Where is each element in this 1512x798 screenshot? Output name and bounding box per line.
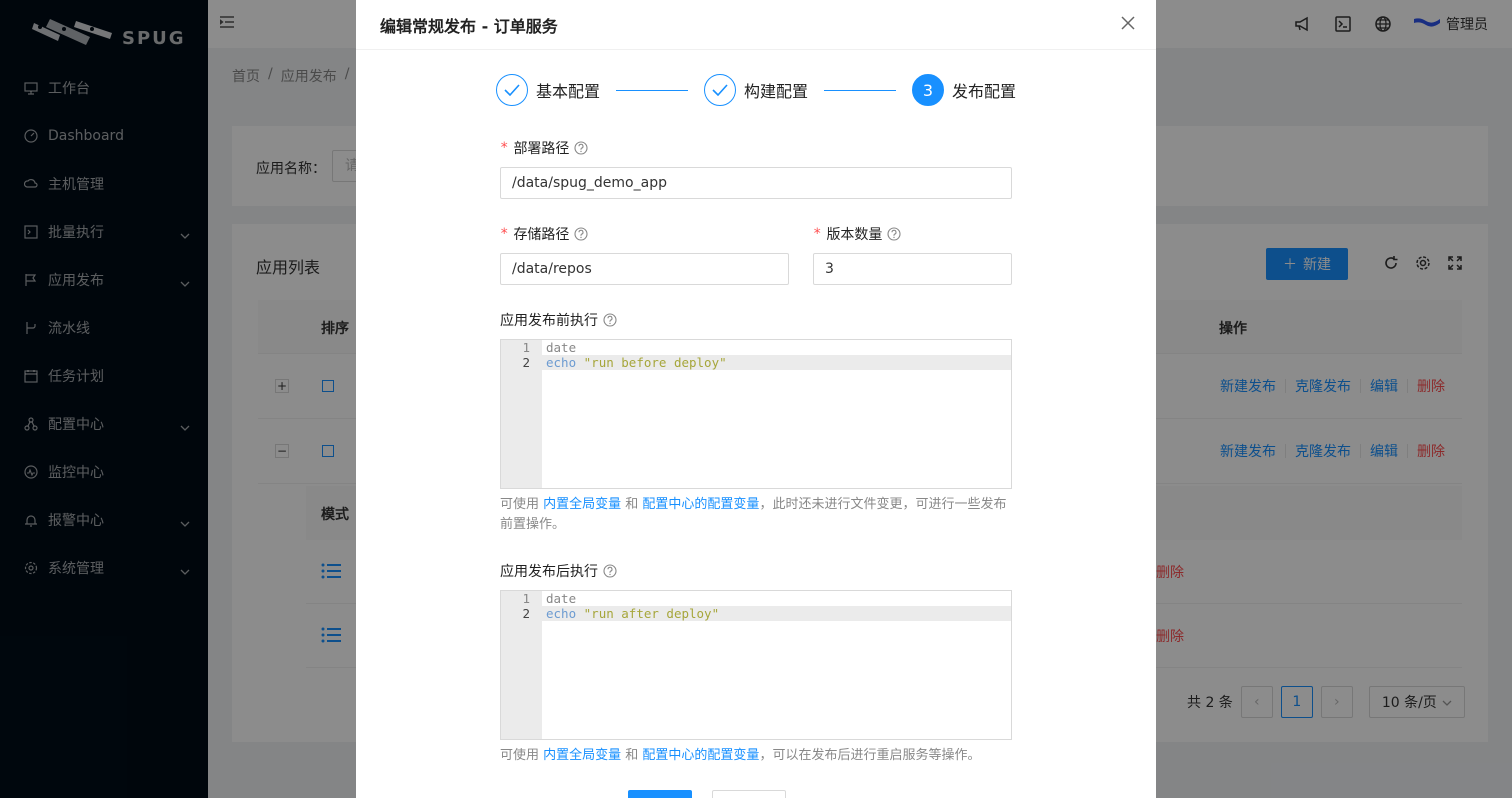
builtin-vars-link[interactable]: 内置全局变量 bbox=[543, 748, 621, 763]
editor-line: 2 echo "run after deploy" bbox=[501, 606, 1011, 621]
step-deploy[interactable]: 3 发布配置 bbox=[912, 74, 1016, 106]
pre-deploy-editor[interactable]: 1 date 2 echo "run before deploy" bbox=[500, 339, 1012, 489]
question-circle-icon[interactable] bbox=[887, 227, 901, 241]
question-circle-icon[interactable] bbox=[603, 564, 617, 578]
step-connector bbox=[824, 90, 896, 91]
check-icon bbox=[496, 74, 528, 106]
steps: 基本配置 构建配置 3 发布配置 bbox=[496, 74, 1016, 108]
post-deploy-label: 应用发布后执行 bbox=[500, 561, 617, 581]
step-number: 3 bbox=[912, 74, 944, 106]
edit-deploy-modal: 编辑常规发布 - 订单服务 基本配置 构建配置 3 发布配置 * 部署路径 /d… bbox=[356, 0, 1156, 798]
deploy-path-label: * 部署路径 bbox=[500, 138, 588, 158]
previous-step-button[interactable] bbox=[712, 790, 786, 798]
question-circle-icon[interactable] bbox=[574, 141, 588, 155]
step-basic[interactable]: 基本配置 bbox=[496, 74, 600, 106]
question-circle-icon[interactable] bbox=[574, 227, 588, 241]
pre-deploy-help: 可使用 内置全局变量 和 配置中心的配置变量，此时还未进行文件变更，可进行一些发… bbox=[500, 497, 1007, 532]
post-deploy-help: 可使用 内置全局变量 和 配置中心的配置变量，可以在发布后进行重启服务等操作。 bbox=[500, 748, 981, 763]
step-build[interactable]: 构建配置 bbox=[704, 74, 808, 106]
step-connector bbox=[616, 90, 688, 91]
version-count-label: * 版本数量 bbox=[813, 224, 901, 244]
check-icon bbox=[704, 74, 736, 106]
builtin-vars-link[interactable]: 内置全局变量 bbox=[543, 497, 621, 512]
submit-button[interactable] bbox=[628, 790, 692, 798]
close-icon[interactable] bbox=[1120, 15, 1136, 31]
deploy-path-input[interactable]: /data/spug_demo_app bbox=[500, 167, 1012, 199]
storage-path-input[interactable]: /data/repos bbox=[500, 253, 789, 285]
editor-line: 1 date bbox=[522, 340, 577, 355]
step-label: 基本配置 bbox=[536, 82, 601, 101]
question-circle-icon[interactable] bbox=[603, 313, 617, 327]
storage-path-label: * 存储路径 bbox=[500, 224, 588, 244]
config-vars-link[interactable]: 配置中心的配置变量 bbox=[642, 748, 759, 763]
editor-line: 2 echo "run before deploy" bbox=[501, 355, 1011, 370]
post-deploy-editor[interactable]: 1 date 2 echo "run after deploy" bbox=[500, 590, 1012, 740]
editor-line: 1 date bbox=[522, 591, 577, 606]
version-count-input[interactable]: 3 bbox=[813, 253, 1012, 285]
config-vars-link[interactable]: 配置中心的配置变量 bbox=[642, 497, 759, 512]
step-label: 构建配置 bbox=[744, 82, 809, 101]
step-label: 发布配置 bbox=[952, 82, 1017, 101]
modal-header: 编辑常规发布 - 订单服务 bbox=[356, 0, 1156, 50]
modal-title: 编辑常规发布 - 订单服务 bbox=[380, 17, 558, 36]
pre-deploy-label: 应用发布前执行 bbox=[500, 310, 617, 330]
